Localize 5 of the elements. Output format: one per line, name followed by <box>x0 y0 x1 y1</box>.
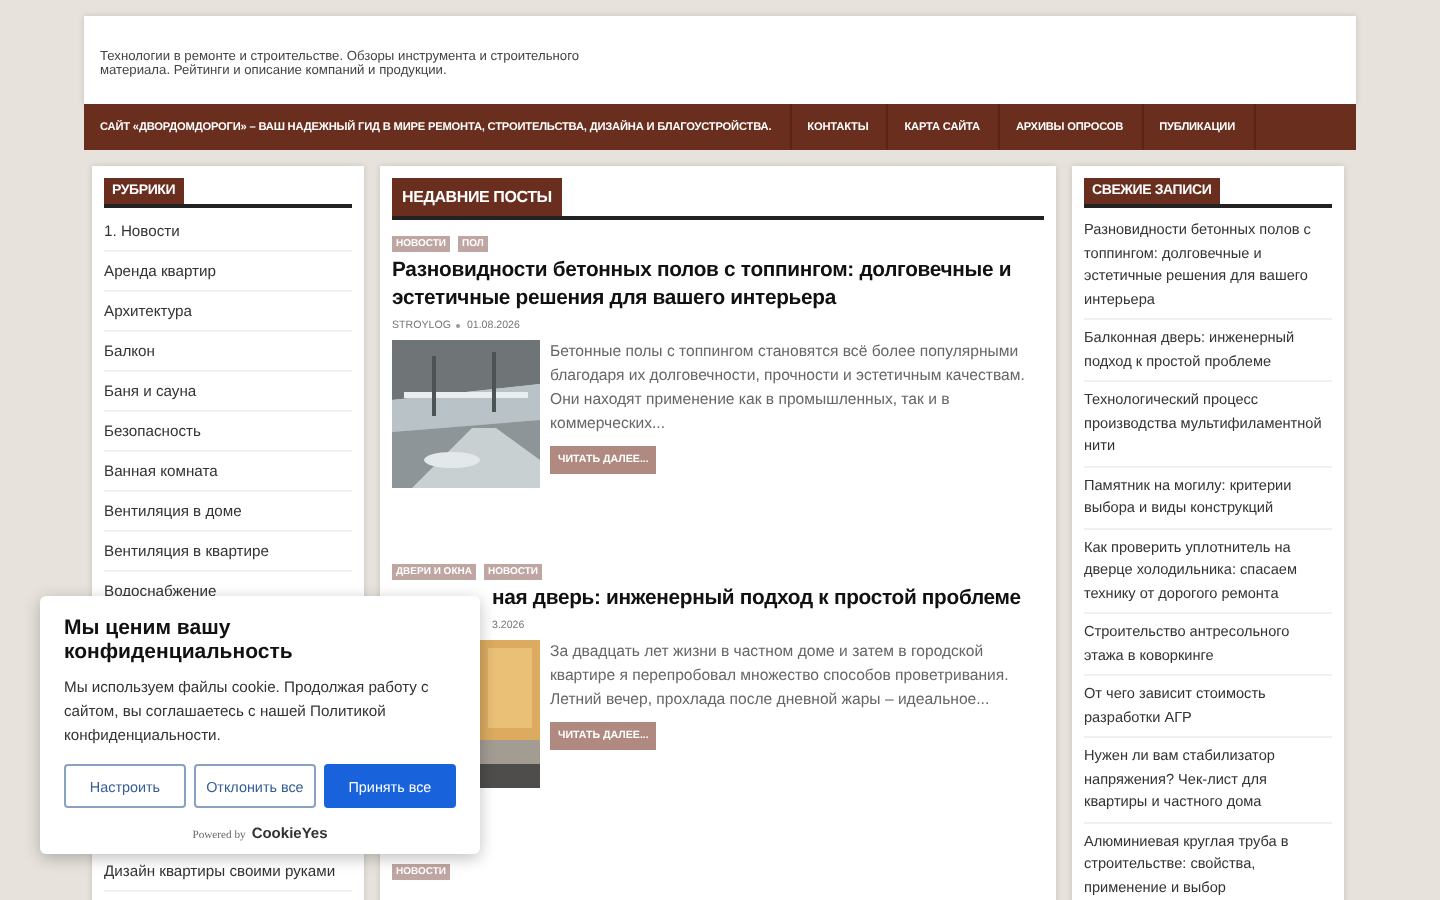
separator-dot <box>456 324 461 328</box>
post-title[interactable]: Разновидности бетонных полов с топпингом: долговечные и эстетичные решения для вашего интерьера <box>392 258 1044 314</box>
post-title[interactable]: ная дверь: инженерный подход к простой проблеме <box>492 586 1044 614</box>
cookie-title: Мы ценим вашу конфиденциальность <box>64 616 295 664</box>
section-title: НЕДАВНИЕ ПОСТЫ <box>392 178 562 216</box>
